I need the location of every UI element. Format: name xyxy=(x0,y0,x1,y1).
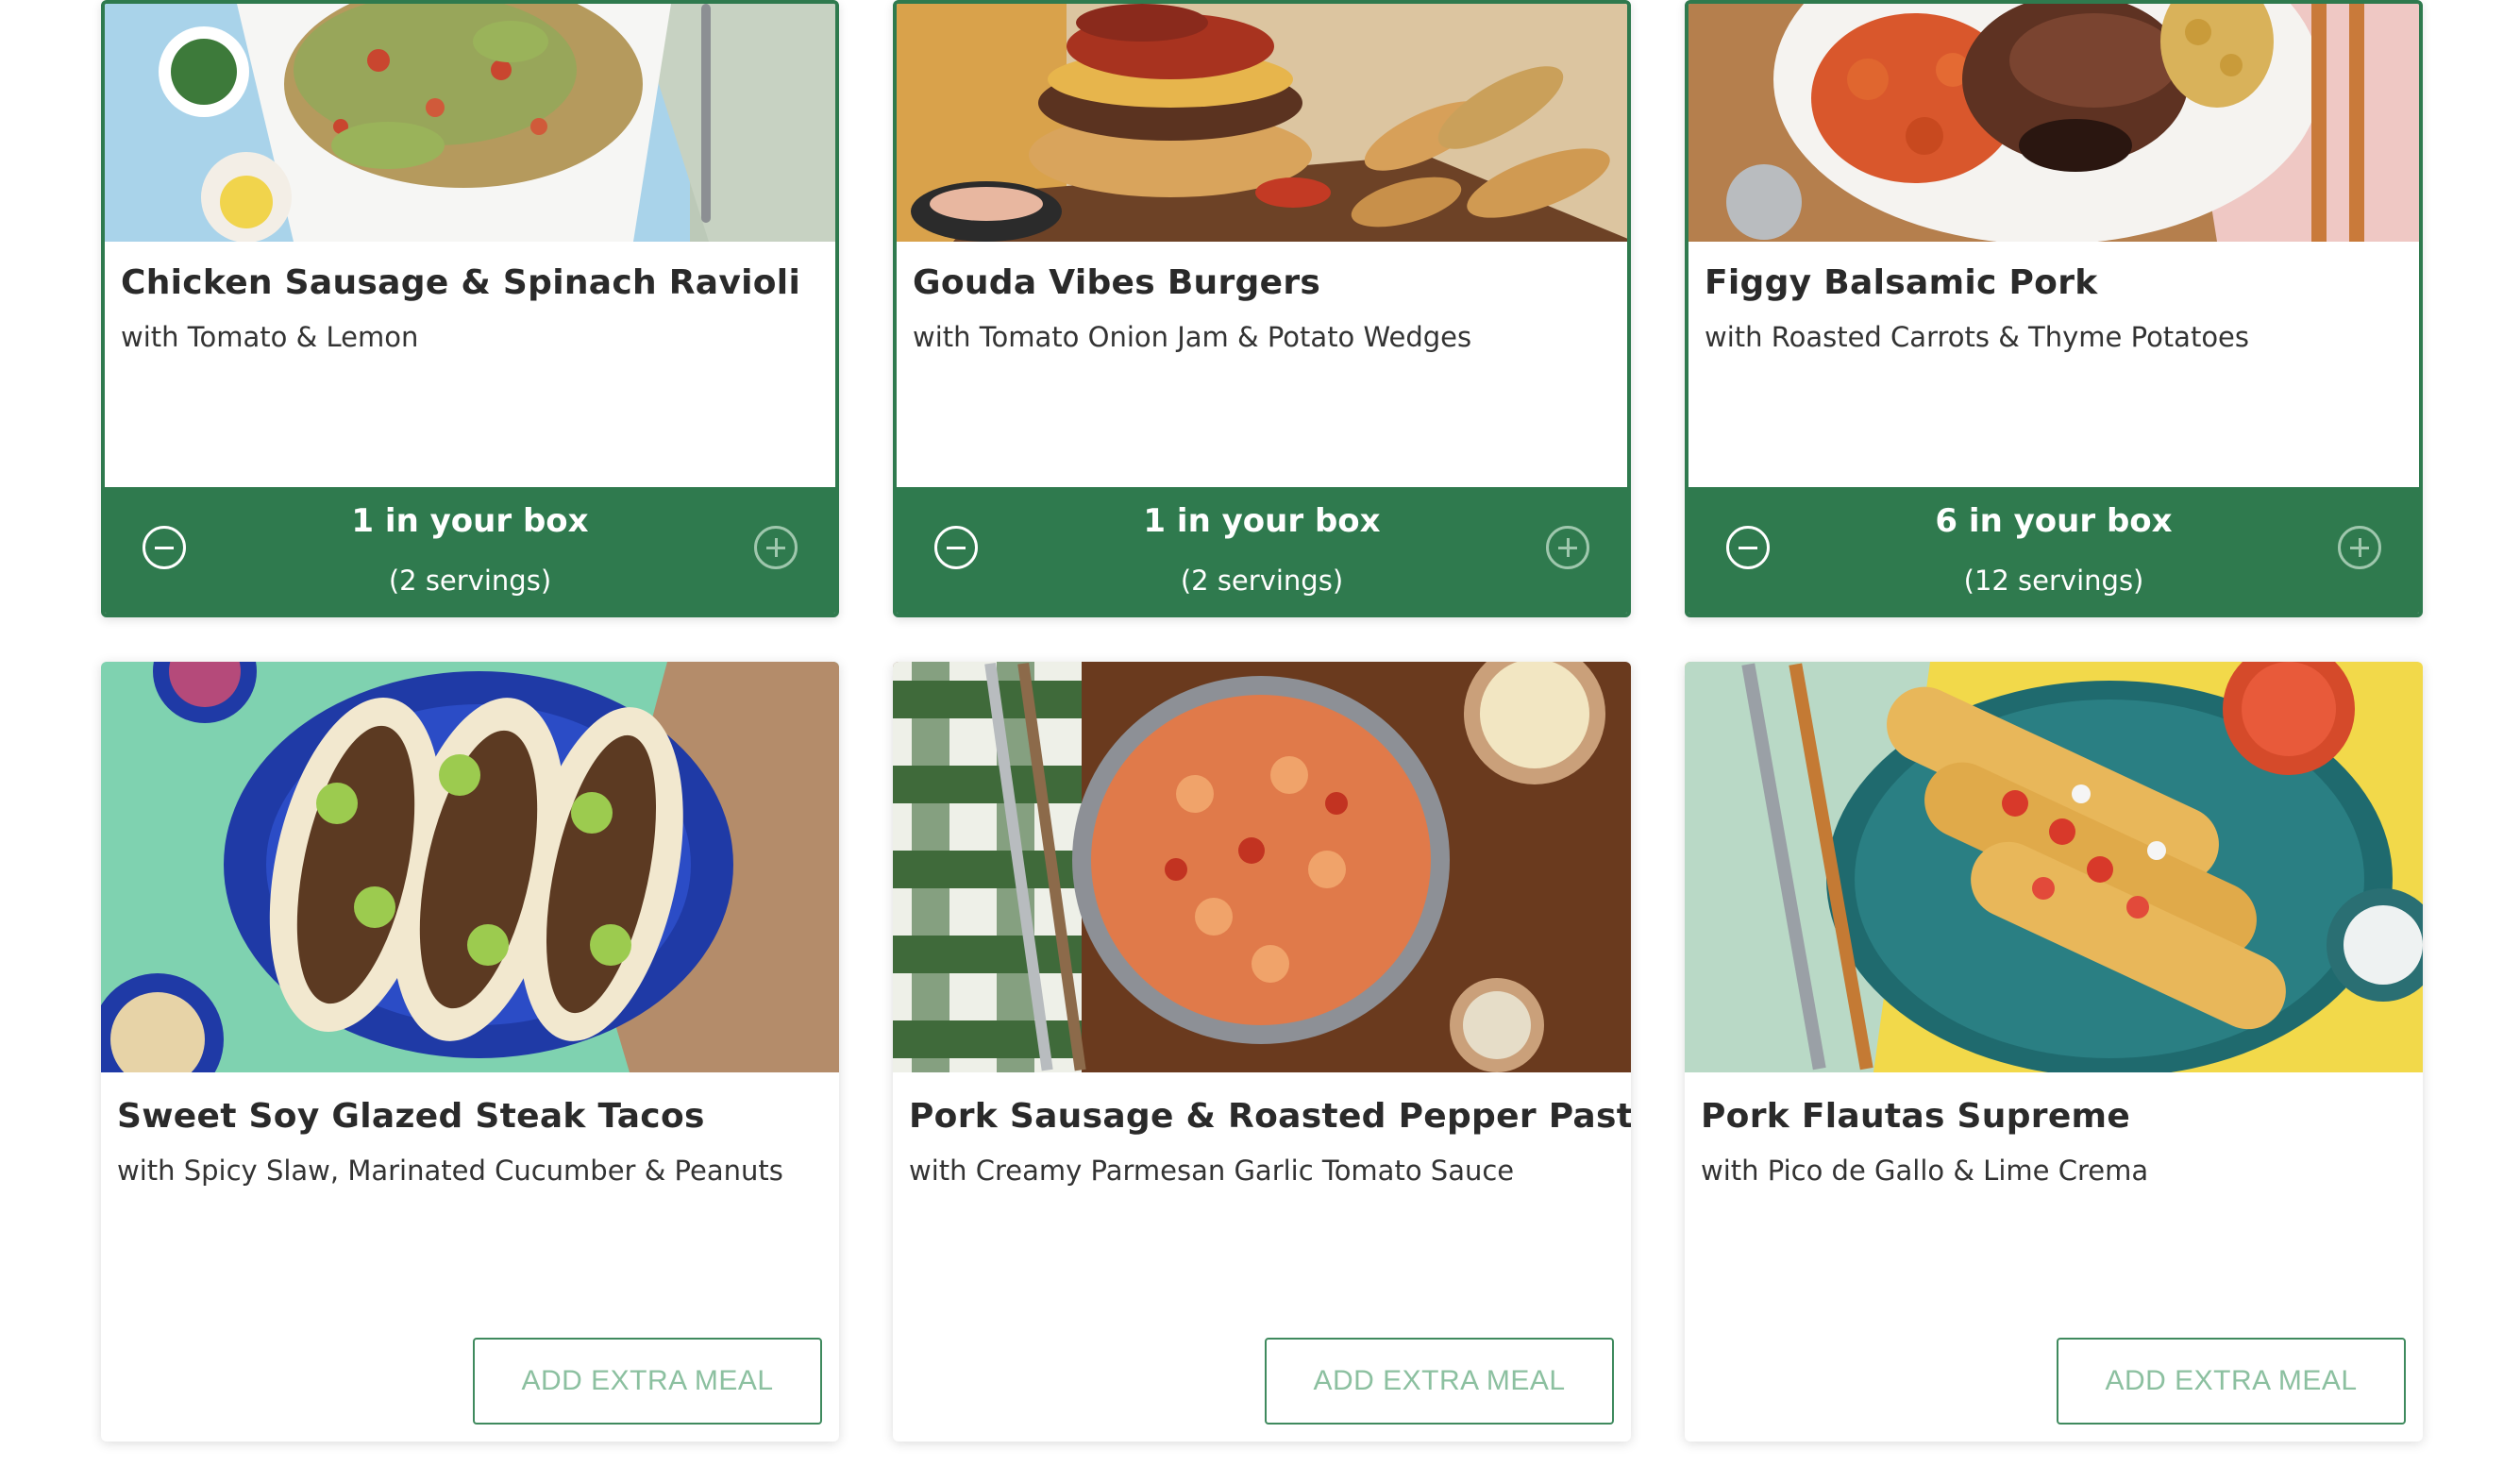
meal-photo-pork xyxy=(1688,4,2419,242)
minus-circle-icon[interactable] xyxy=(143,526,186,569)
meal-subtitle: with Creamy Parmesan Garlic Tomato Sauce xyxy=(909,1155,1515,1187)
meal-subtitle: with Tomato Onion Jam & Potato Wedges xyxy=(913,321,1472,353)
box-quantity-bar: 6 in your box (12 servings) xyxy=(1688,487,2419,614)
meal-card-chicken-sausage-ravioli[interactable]: Chicken Sausage & Spinach Ravioli with T… xyxy=(101,0,839,617)
meal-card-figgy-balsamic-pork[interactable]: Figgy Balsamic Pork with Roasted Carrots… xyxy=(1685,0,2423,617)
meal-photo-pasta xyxy=(893,662,1631,1072)
add-extra-meal-button[interactable]: ADD EXTRA MEAL xyxy=(1265,1338,1614,1425)
add-extra-meal-button[interactable]: ADD EXTRA MEAL xyxy=(2057,1338,2406,1425)
box-quantity-bar: 1 in your box (2 servings) xyxy=(897,487,1627,614)
plus-circle-icon[interactable] xyxy=(754,526,798,569)
meal-card-pork-flautas[interactable]: Pork Flautas Supreme with Pico de Gallo … xyxy=(1685,662,2423,1442)
box-count: 1 in your box xyxy=(351,502,589,540)
box-servings: (12 servings) xyxy=(1963,565,2144,597)
meal-card-pork-sausage-pasta[interactable]: Pork Sausage & Roasted Pepper Pasta with… xyxy=(893,662,1631,1442)
meal-subtitle: with Pico de Gallo & Lime Crema xyxy=(1701,1155,2149,1187)
box-count: 6 in your box xyxy=(1935,502,2173,540)
meal-photo-tacos xyxy=(101,662,839,1072)
meal-title: Figgy Balsamic Pork xyxy=(1705,263,2098,302)
meal-photo-flautas xyxy=(1685,662,2423,1072)
meal-selection-page: Chicken Sausage & Spinach Ravioli with T… xyxy=(0,0,2520,1467)
add-extra-meal-button[interactable]: ADD EXTRA MEAL xyxy=(473,1338,822,1425)
plus-circle-icon[interactable] xyxy=(2338,526,2381,569)
meal-title: Pork Flautas Supreme xyxy=(1701,1097,2131,1136)
box-quantity-bar: 1 in your box (2 servings) xyxy=(105,487,835,614)
meal-subtitle: with Roasted Carrots & Thyme Potatoes xyxy=(1705,321,2250,353)
meal-card-steak-tacos[interactable]: Sweet Soy Glazed Steak Tacos with Spicy … xyxy=(101,662,839,1442)
box-count: 1 in your box xyxy=(1143,502,1381,540)
box-servings: (2 servings) xyxy=(388,565,552,597)
meal-title: Pork Sausage & Roasted Pepper Pasta xyxy=(909,1097,1631,1136)
box-servings: (2 servings) xyxy=(1180,565,1344,597)
meal-title: Sweet Soy Glazed Steak Tacos xyxy=(117,1097,705,1136)
minus-circle-icon[interactable] xyxy=(934,526,978,569)
minus-circle-icon[interactable] xyxy=(1726,526,1770,569)
meal-title: Chicken Sausage & Spinach Ravioli xyxy=(121,263,801,302)
meal-photo-burgers xyxy=(897,4,1627,242)
meal-subtitle: with Tomato & Lemon xyxy=(121,321,419,353)
meal-photo-ravioli xyxy=(105,4,835,242)
meal-subtitle: with Spicy Slaw, Marinated Cucumber & Pe… xyxy=(117,1155,783,1187)
plus-circle-icon[interactable] xyxy=(1546,526,1589,569)
meal-title: Gouda Vibes Burgers xyxy=(913,263,1321,302)
meal-card-gouda-vibes-burgers[interactable]: Gouda Vibes Burgers with Tomato Onion Ja… xyxy=(893,0,1631,617)
